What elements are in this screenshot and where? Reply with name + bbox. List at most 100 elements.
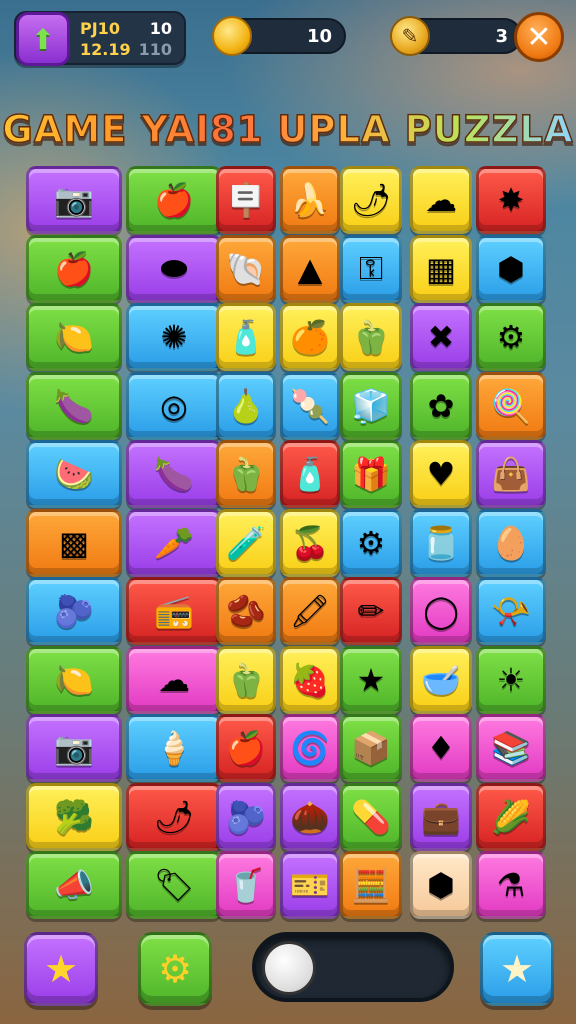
- board-tile[interactable]: ☀: [476, 645, 546, 714]
- board-tile[interactable]: 🍋: [26, 645, 122, 714]
- toggle-switch[interactable]: [252, 932, 454, 1002]
- board-tile[interactable]: ⚙: [476, 303, 546, 371]
- board-tile[interactable]: ▩: [26, 508, 122, 577]
- board-tile[interactable]: ☁: [126, 645, 222, 714]
- board-tile[interactable]: 📦: [340, 714, 402, 782]
- board-tile[interactable]: 🍎: [126, 166, 222, 234]
- board-tile[interactable]: 🌶: [126, 782, 222, 851]
- board-tile[interactable]: 🧊: [340, 371, 402, 440]
- board-tile[interactable]: 📷: [26, 714, 122, 782]
- level-panel[interactable]: ⬆ PJ10 12.19 10 110: [14, 11, 186, 66]
- board-tile[interactable]: ✿: [410, 371, 472, 440]
- board-tile[interactable]: 🎫: [280, 851, 340, 919]
- toggle-knob[interactable]: [262, 941, 316, 995]
- board-tile[interactable]: ☁: [410, 166, 472, 234]
- board-tile[interactable]: 🫑: [340, 303, 402, 371]
- lemon-icon: 🍋: [54, 660, 94, 699]
- board-tile[interactable]: 🫐: [216, 782, 276, 851]
- board-tile[interactable]: ⬢: [476, 234, 546, 303]
- board-tile[interactable]: 🍋: [26, 303, 122, 371]
- tool-icon: ✎: [390, 16, 430, 56]
- board-tile[interactable]: 🥦: [26, 782, 122, 851]
- board-tile[interactable]: 🧮: [340, 851, 402, 919]
- board-tile[interactable]: 🧪: [216, 508, 276, 577]
- board-tile[interactable]: ★: [340, 645, 402, 714]
- board-tile[interactable]: ⚙: [340, 508, 402, 577]
- board-tile[interactable]: 👜: [476, 440, 546, 508]
- board-tile[interactable]: 🥚: [476, 508, 546, 577]
- board-tile[interactable]: 📚: [476, 714, 546, 782]
- board-tile[interactable]: 🍊: [280, 303, 340, 371]
- board-tile[interactable]: 🏷: [126, 851, 222, 919]
- board-tile[interactable]: ✏: [340, 577, 402, 645]
- board-tile[interactable]: 🎁: [340, 440, 402, 508]
- bottle-icon: 🧴: [290, 455, 330, 493]
- board-tile[interactable]: 📯: [476, 577, 546, 645]
- board-tile[interactable]: ♥: [410, 440, 472, 508]
- board-tile[interactable]: 🥣: [410, 645, 472, 714]
- board-tile[interactable]: 🧴: [280, 440, 340, 508]
- apple-icon: 🍎: [226, 729, 266, 767]
- board-tile[interactable]: ⬬: [126, 234, 222, 303]
- level-badge[interactable]: ⬆: [16, 12, 70, 66]
- board-tile[interactable]: ▦: [410, 234, 472, 303]
- board-tile[interactable]: ▲: [280, 234, 340, 303]
- close-button[interactable]: ✕: [514, 12, 564, 62]
- board-tile[interactable]: 🫑: [216, 645, 276, 714]
- berry-icon: 🫐: [226, 797, 266, 836]
- board-tile[interactable]: 📣: [26, 851, 122, 919]
- board-tile[interactable]: 🫙: [410, 508, 472, 577]
- ice-pop-icon: 🧊: [351, 386, 391, 425]
- board-tile[interactable]: ✖: [410, 303, 472, 371]
- board-tile[interactable]: 🍦: [126, 714, 222, 782]
- board-tile[interactable]: 🧴: [216, 303, 276, 371]
- board-tile[interactable]: 🖍: [280, 577, 340, 645]
- star-button[interactable]: ★: [24, 932, 98, 1006]
- board-tile[interactable]: 🍌: [280, 166, 340, 234]
- bell-pepper-icon: 🫑: [226, 660, 266, 699]
- camera-icon: 📷: [54, 729, 94, 767]
- board-tile[interactable]: 🫑: [216, 440, 276, 508]
- board-tile[interactable]: 🍭: [476, 371, 546, 440]
- board-tile[interactable]: 🍎: [26, 234, 122, 303]
- board-tile[interactable]: 🍒: [280, 508, 340, 577]
- star-icon: ★: [356, 660, 386, 699]
- board-tile[interactable]: ◎: [126, 371, 222, 440]
- bonus-button[interactable]: ★: [480, 932, 554, 1006]
- board-tile[interactable]: 🍎: [216, 714, 276, 782]
- board-tile[interactable]: 🍆: [26, 371, 122, 440]
- blob-icon: ⬬: [160, 249, 188, 287]
- board-tile[interactable]: 🍡: [280, 371, 340, 440]
- board-tile[interactable]: 🫘: [216, 577, 276, 645]
- board-tile[interactable]: 🍓: [280, 645, 340, 714]
- board-tile[interactable]: 🥕: [126, 508, 222, 577]
- board-tile[interactable]: ⚗: [476, 851, 546, 919]
- egg-icon: 🥚: [491, 523, 531, 562]
- board-tile[interactable]: 💊: [340, 782, 402, 851]
- board-tile[interactable]: ◯: [410, 577, 472, 645]
- board-tile[interactable]: ✸: [476, 166, 546, 234]
- board-tile[interactable]: 🍉: [26, 440, 122, 508]
- board-tile[interactable]: 🐚: [216, 234, 276, 303]
- board-tile[interactable]: 🍐: [216, 371, 276, 440]
- settings-button[interactable]: ⚙: [138, 932, 212, 1006]
- board-tile[interactable]: 🌀: [280, 714, 340, 782]
- orange-fruit-icon: 🍊: [290, 318, 330, 356]
- board-tile[interactable]: 🌽: [476, 782, 546, 851]
- board-tile[interactable]: 🪧: [216, 166, 276, 234]
- board-tile[interactable]: ⬢: [410, 851, 472, 919]
- board-tile[interactable]: 📷: [26, 166, 122, 234]
- board-tile[interactable]: 🌶: [340, 166, 402, 234]
- board-tile[interactable]: ⚿: [340, 234, 402, 303]
- board-tile[interactable]: ✺: [126, 303, 222, 371]
- board-tile[interactable]: 🫐: [26, 577, 122, 645]
- bowl-icon: 🥣: [421, 660, 461, 699]
- board-tile[interactable]: 🍆: [126, 440, 222, 508]
- board-tile[interactable]: ♦: [410, 714, 472, 782]
- board-tile[interactable]: 🥤: [216, 851, 276, 919]
- board-tile[interactable]: 📻: [126, 577, 222, 645]
- board-tile[interactable]: 💼: [410, 782, 472, 851]
- calc-icon: 🧮: [351, 866, 391, 904]
- cone-icon: ▲: [297, 249, 323, 288]
- board-tile[interactable]: 🌰: [280, 782, 340, 851]
